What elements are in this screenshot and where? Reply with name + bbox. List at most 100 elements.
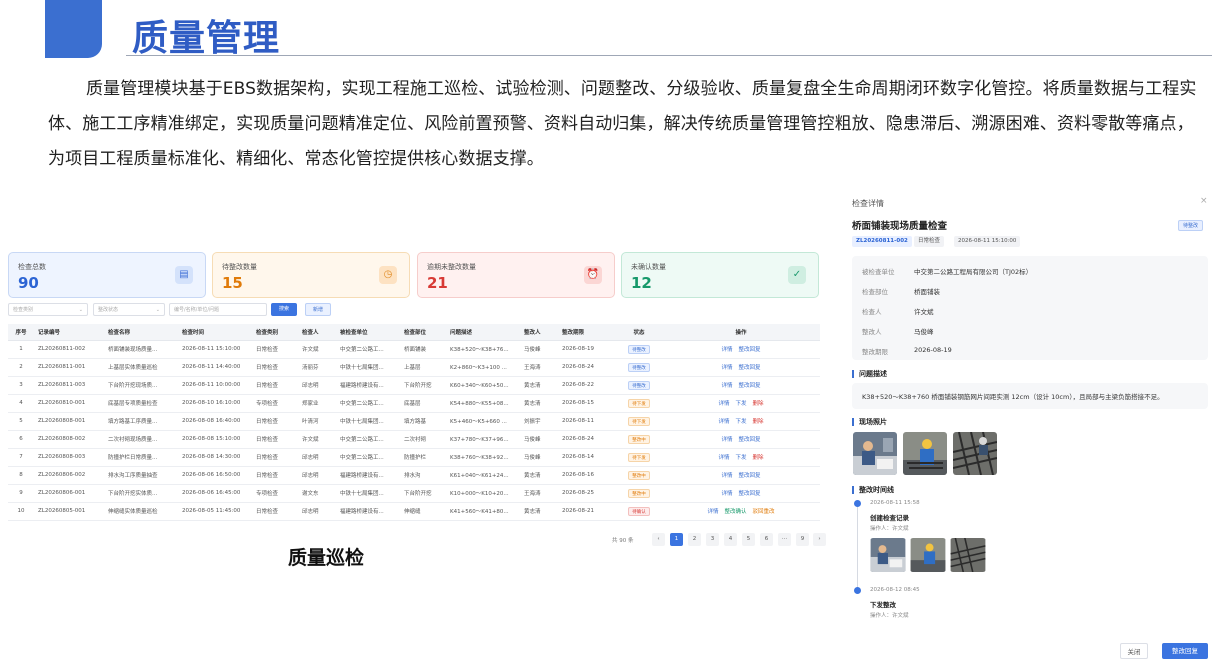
stat-card-overdue[interactable]: 逾期未整改数量 21 ⏰ xyxy=(417,252,615,298)
page-button[interactable]: 3 xyxy=(706,533,719,546)
category-select[interactable]: 检查类别 ⌄ xyxy=(8,303,88,316)
info-key: 被检查单位 xyxy=(862,268,895,276)
status-badge: 待整改 xyxy=(1178,220,1204,231)
table-cell-part: 桥面铺装 xyxy=(400,340,446,359)
table-cell-actions: 详情 整改回复 xyxy=(662,430,820,449)
page-button[interactable]: 4 xyxy=(724,533,737,546)
row-action-link[interactable]: 整改回复 xyxy=(739,363,761,371)
table-cell-code: ZL20260811-001 xyxy=(34,358,104,377)
row-action-link[interactable]: 整改确认 xyxy=(724,507,746,515)
close-button[interactable]: 关闭 xyxy=(1120,643,1148,659)
row-action-link[interactable]: 整改回复 xyxy=(739,345,761,353)
table-row[interactable]: 4 ZL20260810-001 底基层专项质量检查 2026-08-10 16:10… xyxy=(8,394,820,413)
timeline-photo[interactable] xyxy=(910,538,946,572)
close-icon[interactable]: × xyxy=(1200,196,1208,206)
site-photo[interactable] xyxy=(953,432,997,475)
table-cell-code: ZL20260810-001 xyxy=(34,394,104,413)
table-cell-name: 伸缩缝实体质量巡检 xyxy=(104,502,178,521)
row-action-link[interactable]: 删除 xyxy=(753,399,764,407)
timeline-photo[interactable] xyxy=(870,538,906,572)
row-action-link[interactable]: 详情 xyxy=(721,345,732,353)
table-row[interactable]: 8 ZL20260806-002 排水沟工序质量抽查 2026-08-06 16:50… xyxy=(8,466,820,485)
page-button[interactable]: 9 xyxy=(796,533,809,546)
document-icon: ▤ xyxy=(175,266,193,284)
table-row[interactable]: 1 ZL20260811-002 桥面铺装现场质量... 2026-08-11 15:… xyxy=(8,340,820,359)
table-cell-status: 待下发 xyxy=(616,448,662,467)
row-action-link[interactable]: 整改回复 xyxy=(739,471,761,479)
table-row[interactable]: 5 ZL20260808-001 填方路基工序质量... 2026-08-08 16:… xyxy=(8,412,820,431)
table-row[interactable]: 6 ZL20260808-002 二次衬砌现场质量... 2026-08-08 15:… xyxy=(8,430,820,449)
row-action-link[interactable]: 整改回复 xyxy=(739,381,761,389)
prev-page-button[interactable]: ‹ xyxy=(652,533,665,546)
table-cell-due: 2026-08-16 xyxy=(558,466,616,485)
page-button[interactable]: 5 xyxy=(742,533,755,546)
table-header-cell: 状态 xyxy=(616,324,662,341)
table-row[interactable]: 7 ZL20260808-003 防撞护栏日常质量... 2026-08-08 14:… xyxy=(8,448,820,467)
row-action-link[interactable]: 详情 xyxy=(718,417,729,425)
select-placeholder: 整改状态 xyxy=(98,307,119,313)
info-key: 检查人 xyxy=(862,308,882,316)
table-cell-fixer: 马俊峰 xyxy=(520,430,558,449)
site-photo[interactable] xyxy=(853,432,897,475)
rectify-reply-button[interactable]: 整改回复 xyxy=(1162,643,1208,659)
row-action-link[interactable]: 详情 xyxy=(718,399,729,407)
add-button[interactable]: 新增 xyxy=(305,303,331,316)
status-select[interactable]: 整改状态 ⌄ xyxy=(93,303,165,316)
page-button[interactable]: 6 xyxy=(760,533,773,546)
table-cell-due: 2026-08-15 xyxy=(558,394,616,413)
row-action-link[interactable]: 详情 xyxy=(721,489,732,497)
row-action-link[interactable]: 删除 xyxy=(753,417,764,425)
table-row[interactable]: 9 ZL20260806-001 下台阶开挖实体质... 2026-08-06 16:… xyxy=(8,484,820,503)
next-page-button[interactable]: › xyxy=(813,533,826,546)
table-cell-cat: 日常检查 xyxy=(252,502,298,521)
table-cell-cat: 日常检查 xyxy=(252,448,298,467)
table-header-cell: 检查时间 xyxy=(178,324,252,341)
page-button[interactable]: 1 xyxy=(670,533,683,546)
row-action-link[interactable]: 详情 xyxy=(721,435,732,443)
timeline-title: 下发整改 xyxy=(870,601,896,609)
table-cell-status: 待下发 xyxy=(616,394,662,413)
stat-card-unconfirmed[interactable]: 未确认数量 12 ✓ xyxy=(621,252,819,298)
timeline-title: 创建检查记录 xyxy=(870,514,909,522)
search-button[interactable]: 搜索 xyxy=(271,303,297,316)
table-row[interactable]: 2 ZL20260811-001 上基层实体质量巡检 2026-08-11 14:40… xyxy=(8,358,820,377)
row-action-link[interactable]: 下发 xyxy=(735,417,746,425)
row-action-link[interactable]: 下发 xyxy=(735,399,746,407)
site-photo[interactable] xyxy=(903,432,947,475)
table-cell-fixer: 王海涛 xyxy=(520,484,558,503)
timeline-photo[interactable] xyxy=(950,538,986,572)
stat-card-total[interactable]: 检查总数 90 ▤ xyxy=(8,252,206,298)
row-action-link[interactable]: 详情 xyxy=(707,507,718,515)
table-cell-time: 2026-08-06 16:50:00 xyxy=(178,466,252,485)
row-action-link[interactable]: 整改回复 xyxy=(739,435,761,443)
table-cell-actions: 详情 下发 删除 xyxy=(662,448,820,467)
stat-value: 90 xyxy=(18,274,39,292)
table-cell-code: ZL20260811-003 xyxy=(34,376,104,395)
info-value: 许文斌 xyxy=(914,308,934,316)
info-key: 整改人 xyxy=(862,328,882,336)
pagination-ellipsis[interactable]: ··· xyxy=(778,533,791,546)
table-header-cell: 检查人 xyxy=(298,324,336,341)
table-row[interactable]: 3 ZL20260811-003 下台阶开挖现场质... 2026-08-11 10:… xyxy=(8,376,820,395)
table-cell-fixer: 黄志清 xyxy=(520,502,558,521)
row-action-link[interactable]: 详情 xyxy=(721,471,732,479)
row-action-link[interactable]: 删除 xyxy=(753,453,764,461)
page-button[interactable]: 2 xyxy=(688,533,701,546)
search-input[interactable]: 编号/名称/单位/问题 xyxy=(169,303,267,316)
info-value: 中交第二公路工程局有限公司（TJ02标） xyxy=(914,268,1033,276)
row-action-link[interactable]: 下发 xyxy=(735,453,746,461)
stat-card-pending[interactable]: 待整改数量 15 ◷ xyxy=(212,252,410,298)
row-action-link[interactable]: 详情 xyxy=(718,453,729,461)
stat-label: 待整改数量 xyxy=(222,263,257,271)
row-action-link[interactable]: 整改回复 xyxy=(739,489,761,497)
row-action-link[interactable]: 驳回重改 xyxy=(753,507,775,515)
table-cell-name: 底基层专项质量检查 xyxy=(104,394,178,413)
table-row[interactable]: 10 ZL20260805-001 伸缩缝实体质量巡检 2026-08-05 11:4… xyxy=(8,502,820,521)
table-cell-desc: K37+780～K37+96... xyxy=(446,430,520,449)
table-cell-time: 2026-08-08 16:40:00 xyxy=(178,412,252,431)
table-header-cell: 序号 xyxy=(8,324,34,341)
table-cell-actions: 详情 整改回复 xyxy=(662,358,820,377)
row-action-link[interactable]: 详情 xyxy=(721,381,732,389)
row-action-link[interactable]: 详情 xyxy=(721,363,732,371)
table-cell-no: 5 xyxy=(8,412,34,431)
